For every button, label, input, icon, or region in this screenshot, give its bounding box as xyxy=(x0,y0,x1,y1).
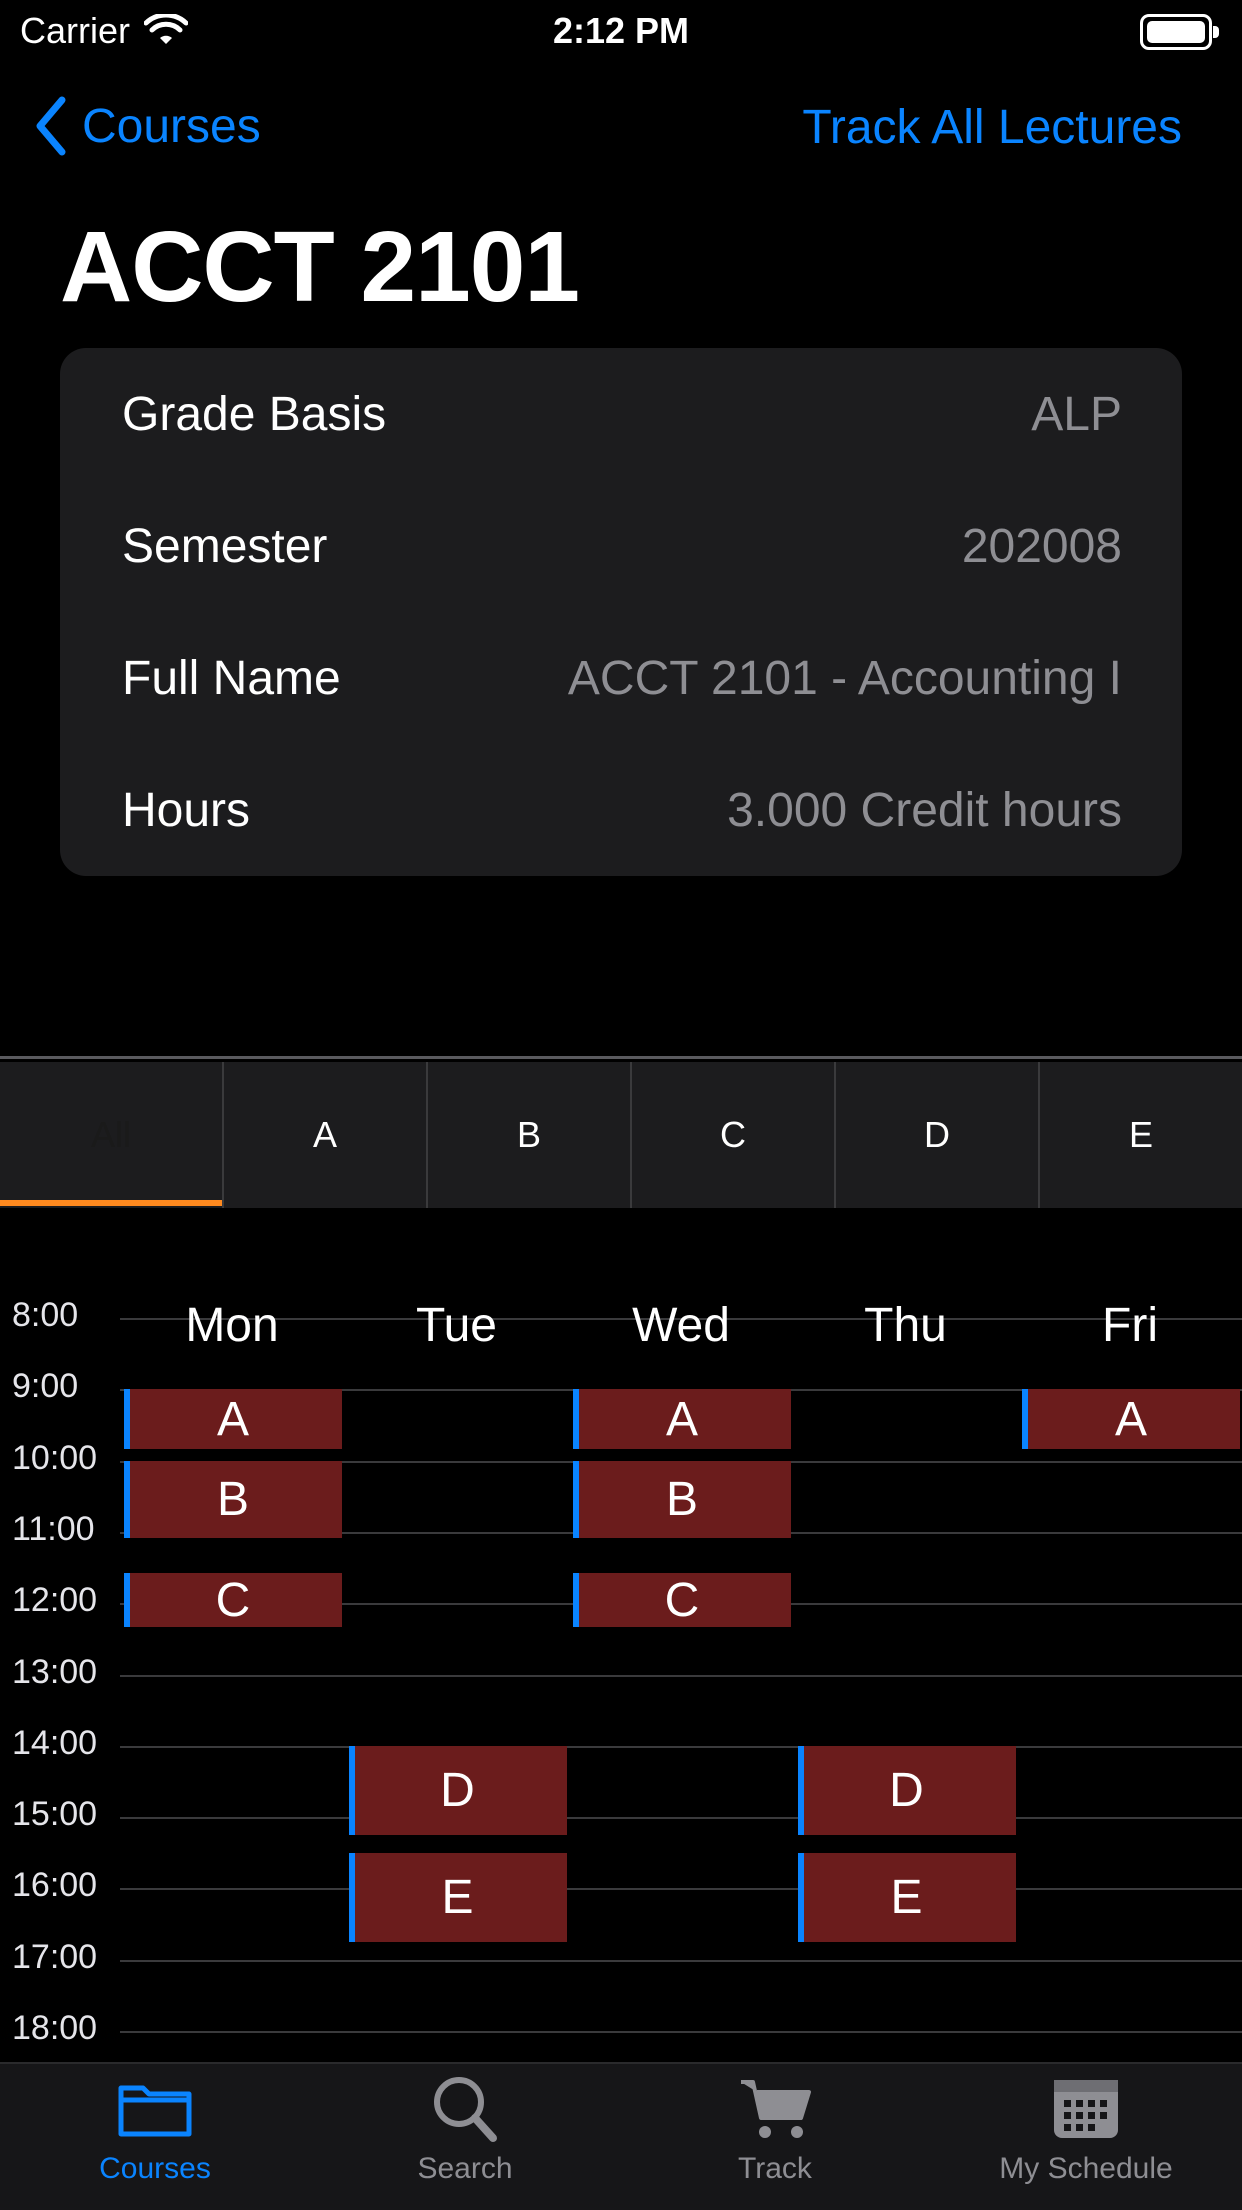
page-title: ACCT 2101 xyxy=(60,211,580,323)
track-all-lectures-button[interactable]: Track All Lectures xyxy=(802,100,1182,155)
info-row-full-name: Full Name ACCT 2101 - Accounting I xyxy=(122,612,1122,744)
tab-label: Search xyxy=(417,2152,513,2185)
info-label: Semester xyxy=(122,519,328,573)
time-label: 9:00 xyxy=(12,1367,79,1406)
cart-icon xyxy=(741,2080,811,2138)
info-row-semester: Semester 202008 xyxy=(122,480,1122,612)
info-value: ALP xyxy=(1031,387,1122,441)
section-tab-a[interactable]: A xyxy=(224,1062,428,1208)
class-block[interactable]: A xyxy=(124,1389,342,1450)
section-tab-all[interactable]: All xyxy=(0,1062,224,1208)
day-label: Tue xyxy=(416,1299,497,1352)
tab-label: Courses xyxy=(99,2152,211,2185)
day-label: Mon xyxy=(185,1299,279,1352)
hour-gridline xyxy=(120,1745,1242,1748)
tab-track[interactable]: Track xyxy=(620,2072,930,2186)
time-label: 13:00 xyxy=(12,1652,98,1691)
folder-icon xyxy=(118,2085,192,2137)
hour-gridline xyxy=(120,2031,1242,2033)
tab-label: My Schedule xyxy=(999,2152,1173,2185)
calendar-icon xyxy=(1054,2080,1118,2138)
class-block[interactable]: B xyxy=(124,1460,342,1539)
class-block[interactable]: A xyxy=(1022,1389,1240,1450)
section-tab-e[interactable]: E xyxy=(1040,1062,1242,1208)
time-label: 11:00 xyxy=(12,1509,95,1548)
class-block[interactable]: B xyxy=(573,1460,791,1539)
info-value: 202008 xyxy=(961,519,1122,573)
battery-icon xyxy=(1140,14,1219,50)
hour-gridline xyxy=(120,1959,1242,1962)
magnifier-icon xyxy=(434,2077,497,2142)
time-label: 17:00 xyxy=(12,1937,98,1976)
day-label: Fri xyxy=(1102,1299,1158,1352)
section-tab-b[interactable]: B xyxy=(428,1062,632,1208)
chevron-left-icon xyxy=(36,96,66,156)
time-label: 18:00 xyxy=(12,2009,98,2047)
info-row-hours: Hours 3.000 Credit hours xyxy=(122,744,1122,876)
tab-label: Track xyxy=(738,2152,812,2185)
info-value: ACCT 2101 - Accounting I xyxy=(567,651,1122,705)
day-label: Wed xyxy=(632,1299,730,1352)
day-label: Thu xyxy=(864,1299,947,1352)
time-label: 8:00 xyxy=(12,1296,79,1334)
class-block[interactable]: D xyxy=(348,1745,567,1836)
section-tab-c[interactable]: C xyxy=(632,1062,836,1208)
class-block[interactable]: A xyxy=(573,1389,791,1450)
hour-gridline xyxy=(120,1817,1242,1820)
class-block[interactable]: C xyxy=(124,1573,342,1628)
section-tab-d[interactable]: D xyxy=(836,1062,1040,1208)
time-label: 10:00 xyxy=(12,1438,98,1477)
hour-gridline xyxy=(120,1888,1242,1891)
course-info-card: Grade Basis ALP Semester 202008 Full Nam… xyxy=(60,348,1182,876)
tab-my-schedule[interactable]: My Schedule xyxy=(930,2072,1242,2186)
back-button-label: Courses xyxy=(82,99,261,153)
back-button[interactable]: Courses xyxy=(34,96,261,156)
info-value: 3.000 Credit hours xyxy=(727,783,1122,837)
class-block[interactable]: D xyxy=(797,1745,1016,1836)
time-label: 14:00 xyxy=(12,1723,98,1762)
time-label: 12:00 xyxy=(12,1581,98,1620)
tab-courses[interactable]: Courses xyxy=(0,2072,310,2186)
info-label: Hours xyxy=(122,783,251,837)
hour-gridline xyxy=(120,1674,1242,1677)
class-block[interactable]: C xyxy=(573,1573,791,1628)
status-time: 2:12 PM xyxy=(552,10,690,51)
class-block[interactable]: E xyxy=(348,1852,567,1943)
active-tab-indicator xyxy=(0,1200,222,1206)
tab-search[interactable]: Search xyxy=(310,2072,620,2186)
info-row-grade-basis: Grade Basis ALP xyxy=(122,348,1122,480)
class-block[interactable]: E xyxy=(797,1852,1016,1943)
time-label: 16:00 xyxy=(12,1866,98,1905)
info-label: Full Name xyxy=(122,651,341,705)
time-label: 15:00 xyxy=(12,1795,98,1834)
section-tabs-divider xyxy=(0,1056,1242,1059)
info-label: Grade Basis xyxy=(122,387,387,441)
